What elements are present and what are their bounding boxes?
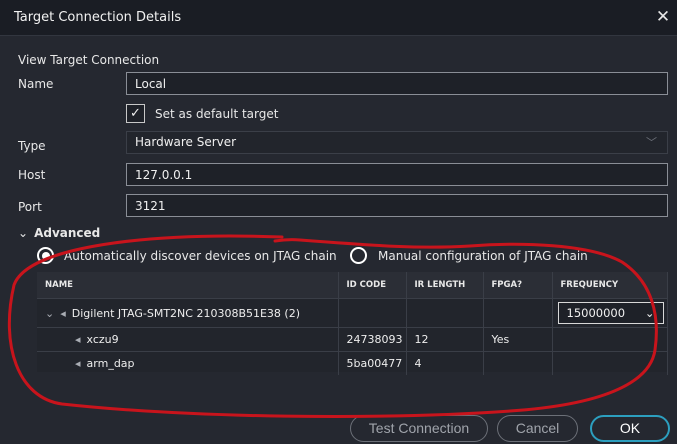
section-title: View Target Connection [18, 53, 160, 67]
device-icon: ◂ [60, 306, 66, 320]
name-label: Name [18, 77, 54, 91]
jtag-chain-table: NAME ID CODE IR LENGTH FPGA? FREQUENCY ⌄… [37, 272, 668, 375]
radio-auto-discover-label: Automatically discover devices on JTAG c… [64, 249, 337, 263]
name-field[interactable] [126, 72, 668, 95]
column-header-id-code: ID CODE [338, 272, 407, 299]
chevron-down-icon: ﹀ [646, 136, 657, 149]
ir-length-cell: 4 [406, 351, 484, 375]
table-row[interactable]: ◂ arm_dap 5ba00477 4 [37, 351, 668, 375]
close-icon[interactable]: ✕ [652, 6, 674, 28]
type-select[interactable]: Hardware Server ﹀ [126, 131, 668, 154]
radio-manual-config-label: Manual configuration of JTAG chain [378, 249, 588, 263]
dialog-title: Target Connection Details [14, 10, 182, 25]
radio-manual-config[interactable] [350, 247, 367, 264]
id-code-cell: 24738093 [338, 327, 407, 352]
device-name: arm_dap [86, 357, 135, 370]
fpga-cell: Yes [483, 327, 553, 352]
frequency-cell [552, 351, 668, 375]
default-target-label: Set as default target [155, 107, 279, 121]
radio-auto-discover[interactable] [37, 247, 54, 264]
id-code-cell [338, 298, 407, 328]
test-connection-button[interactable]: Test Connection [350, 415, 488, 442]
column-header-frequency: FREQUENCY [552, 272, 668, 299]
fpga-cell [483, 351, 553, 375]
ok-button[interactable]: OK [590, 415, 670, 442]
device-icon: ◂ [75, 357, 81, 370]
advanced-toggle[interactable]: ⌄ Advanced [18, 226, 100, 240]
frequency-cell [552, 327, 668, 352]
column-header-ir-length: IR LENGTH [406, 272, 484, 299]
name-cell: ⌄ ◂ Digilent JTAG-SMT2NC 210308B51E38 (2) [37, 298, 339, 328]
fpga-cell [483, 298, 553, 328]
device-icon: ◂ [75, 333, 81, 346]
column-header-fpga: FPGA? [483, 272, 553, 299]
ir-length-cell [406, 298, 484, 328]
column-header-name: NAME [37, 272, 339, 299]
chevron-down-icon: ⌄ [644, 306, 655, 320]
table-header-row: NAME ID CODE IR LENGTH FPGA? FREQUENCY [37, 272, 668, 299]
cable-name: Digilent JTAG-SMT2NC 210308B51E38 (2) [71, 306, 301, 320]
frequency-select[interactable]: 15000000 ⌄ [557, 302, 664, 324]
type-label: Type [18, 139, 46, 153]
table-row[interactable]: ◂ xczu9 24738093 12 Yes [37, 327, 668, 352]
host-label: Host [18, 168, 46, 182]
cancel-button[interactable]: Cancel [497, 415, 578, 442]
frequency-value: 15000000 [566, 306, 626, 320]
port-field[interactable] [126, 194, 668, 217]
name-cell: ◂ xczu9 [37, 327, 339, 352]
chevron-down-icon: ⌄ [18, 226, 29, 240]
default-target-checkbox[interactable]: ✓ [126, 104, 145, 123]
id-code-cell: 5ba00477 [338, 351, 407, 375]
name-cell: ◂ arm_dap [37, 351, 339, 375]
port-label: Port [18, 200, 42, 214]
device-name: xczu9 [86, 333, 119, 346]
host-field[interactable] [126, 163, 668, 186]
type-select-value: Hardware Server [135, 135, 237, 149]
table-row[interactable]: ⌄ ◂ Digilent JTAG-SMT2NC 210308B51E38 (2) … [37, 298, 668, 328]
dialog-titlebar: Target Connection Details ✕ [0, 0, 677, 36]
frequency-cell: 15000000 ⌄ [552, 298, 668, 328]
chevron-down-icon[interactable]: ⌄ [45, 307, 54, 320]
ir-length-cell: 12 [406, 327, 484, 352]
advanced-label: Advanced [34, 226, 101, 240]
